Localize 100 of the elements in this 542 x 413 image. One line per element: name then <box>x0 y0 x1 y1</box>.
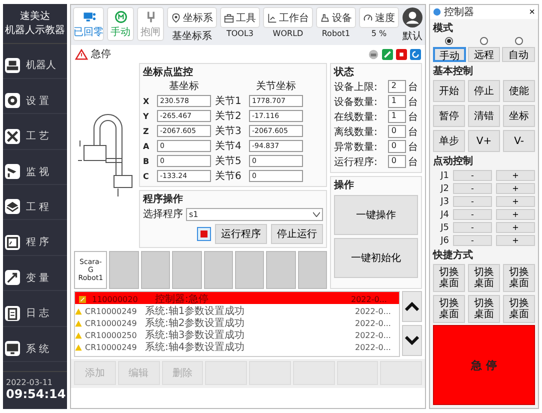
group-title: 状态 <box>334 66 355 79</box>
joint-label: 关节6 <box>215 170 242 183</box>
sidebar-item[interactable]: 设 置 <box>3 88 67 114</box>
log-code: CR10000250 <box>85 330 138 340</box>
jog-plus-button[interactable]: + <box>496 235 535 246</box>
log-time: 2022-0... <box>355 306 392 316</box>
shortcut-button[interactable]: 切换桌面 <box>433 264 465 292</box>
log-code: CR10000249 <box>85 342 138 352</box>
status-label: 运行程序: <box>334 156 378 168</box>
sidebar-item[interactable]: 机器人 <box>3 52 67 79</box>
alarm-text: 急停 <box>91 48 112 61</box>
status-value: 0 <box>388 155 406 168</box>
shortcut-button[interactable]: 切换桌面 <box>433 295 465 323</box>
scroll-up-button[interactable] <box>402 291 422 322</box>
sidebar-item[interactable]: 监 视 <box>3 159 67 186</box>
jog-plus-button[interactable]: + <box>496 222 535 233</box>
control-button[interactable]: 单步 <box>433 130 465 152</box>
log-message: 系统:轴1参数设置成功 <box>145 304 246 318</box>
toolbar-button[interactable]: 设备 <box>316 7 356 28</box>
mode-button[interactable]: 自动 <box>502 47 535 62</box>
emergency-stop-button[interactable]: 急 停 <box>433 325 535 405</box>
program-dropdown[interactable]: s1 <box>186 208 323 220</box>
warning-log-row[interactable]: CR10000250 系统:轴3参数设置成功 2022-0... <box>75 328 399 340</box>
refresh-icon[interactable] <box>410 48 421 60</box>
operation-button[interactable]: 一键初始化 <box>334 238 418 278</box>
sidebar-item-label: 程 序 <box>26 236 50 250</box>
axis-label: C <box>143 172 150 180</box>
operation-button[interactable]: 一键操作 <box>334 195 418 235</box>
shortcut-button[interactable]: 切换桌面 <box>503 295 535 323</box>
empty-tile <box>109 251 139 289</box>
shortcut-button[interactable]: 切换桌面 <box>468 264 500 292</box>
selector-value: TOOL3 <box>226 29 254 38</box>
jog-minus-button[interactable]: - <box>453 235 492 246</box>
sidebar-item[interactable]: 程 序 <box>3 230 67 256</box>
jog-minus-button[interactable]: - <box>453 170 492 181</box>
control-button[interactable]: 坐标 <box>503 105 535 127</box>
jog-minus-button[interactable]: - <box>453 209 492 220</box>
stop-icon[interactable] <box>396 48 407 60</box>
toolbar-button[interactable]: 工作台 <box>263 7 313 28</box>
warning-log-row[interactable]: CR10000249 系统:轴1参数设置成功 2022-0... <box>75 304 399 316</box>
control-button[interactable]: 停止 <box>468 80 500 102</box>
sidebar-item[interactable]: 工 艺 <box>3 124 67 150</box>
jog-plus-button[interactable]: + <box>496 183 535 194</box>
control-button[interactable]: V+ <box>468 130 500 152</box>
program-button[interactable]: 停止运行 <box>271 224 323 244</box>
joint-label: 关节4 <box>215 140 242 153</box>
sidebar-item[interactable]: 工 程 <box>3 194 67 220</box>
stop-icon[interactable] <box>197 227 211 241</box>
toolbar-button[interactable]: 工具 <box>220 7 260 28</box>
selector-value: 基坐标系 <box>172 30 212 43</box>
shortcut-button[interactable]: 切换桌面 <box>503 264 535 292</box>
toolbar-button[interactable]: 坐标系 <box>167 7 217 28</box>
radio-button[interactable] <box>445 37 454 45</box>
jog-plus-button[interactable]: + <box>496 196 535 207</box>
log-message: 控制器:急停 <box>155 292 210 306</box>
status-tile[interactable]: 已回零 <box>73 7 104 41</box>
jog-minus-button[interactable]: - <box>453 222 492 233</box>
control-button[interactable]: 暂停 <box>433 105 465 127</box>
close-button[interactable]: × <box>529 6 535 18</box>
joint-label: J1 <box>439 170 449 180</box>
joint-label: 关节3 <box>215 124 242 138</box>
status-tile-label: 手动 <box>110 26 130 38</box>
empty-tile <box>234 251 264 289</box>
sidebar-item-label: 工 艺 <box>26 130 50 144</box>
edit-icon[interactable] <box>382 48 393 60</box>
section-title: 快捷方式 <box>433 248 474 262</box>
sidebar-item[interactable]: 日 志 <box>3 300 67 327</box>
joint-label: J6 <box>439 236 449 246</box>
avatar-icon[interactable] <box>402 7 423 28</box>
mode-button[interactable]: 手动 <box>433 47 466 62</box>
jog-plus-button[interactable]: + <box>496 209 535 220</box>
unit-label: 台 <box>408 140 418 154</box>
joint-label: J3 <box>439 196 449 206</box>
warning-log-row[interactable]: CR10000249 系统:轴4参数设置成功 2022-0... <box>75 340 399 352</box>
unit-label: 台 <box>408 156 418 168</box>
jog-plus-button[interactable]: + <box>496 170 535 181</box>
toolbar-button-label: 工作台 <box>279 12 309 24</box>
radio-button[interactable] <box>514 37 523 45</box>
shortcut-button[interactable]: 切换桌面 <box>468 295 500 323</box>
sidebar-item[interactable]: 系 统 <box>3 336 67 362</box>
control-button[interactable]: 使能 <box>503 80 535 102</box>
warning-log-row[interactable]: CR10000249 系统:轴2参数设置成功 2022-0... <box>75 316 399 328</box>
control-button[interactable]: 开始 <box>433 80 465 102</box>
jog-minus-button[interactable]: - <box>453 196 492 207</box>
scroll-down-button[interactable] <box>402 325 422 356</box>
time: 09:54:14 <box>6 387 64 401</box>
toolbar-button-label: 速度 <box>375 12 395 24</box>
control-button[interactable]: 清错 <box>468 105 500 127</box>
toolbar-button-label: 坐标系 <box>183 12 213 24</box>
section-title: 点动控制 <box>433 154 474 168</box>
group-title: 坐标点监控 <box>143 66 194 79</box>
log-time: 2022-0... <box>355 342 392 352</box>
control-button[interactable]: V- <box>503 130 535 152</box>
toolbar-button[interactable]: 速度 <box>359 7 399 28</box>
jog-minus-button[interactable]: - <box>453 183 492 194</box>
program-button[interactable]: 运行程序 <box>215 224 267 244</box>
radio-button[interactable] <box>480 37 488 45</box>
sidebar-item[interactable]: 变 量 <box>3 265 67 292</box>
mode-button[interactable]: 远程 <box>468 47 500 62</box>
unit-label: 台 <box>408 80 418 94</box>
